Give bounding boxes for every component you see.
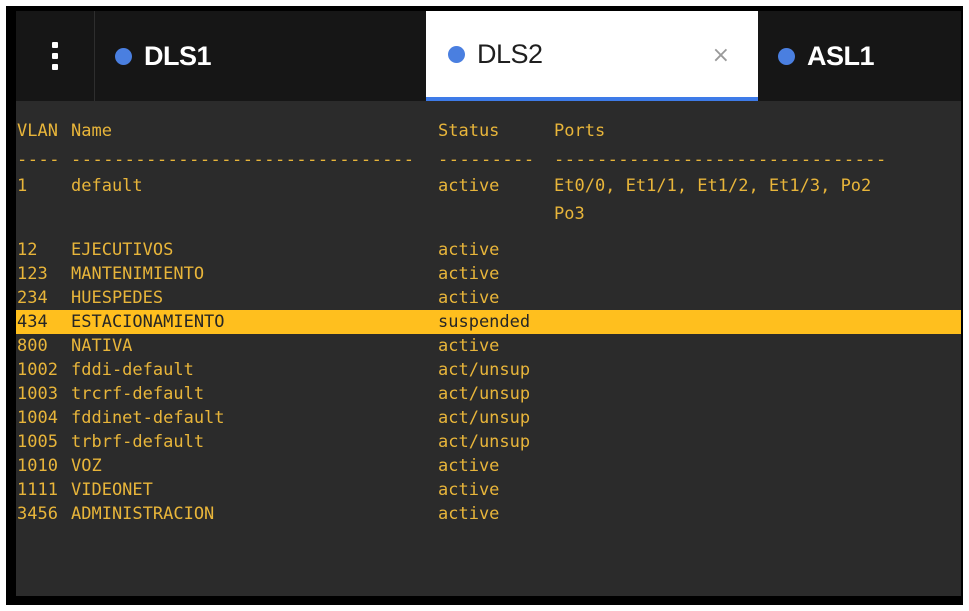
table-row-highlighted: 434 ESTACIONAMIENTO suspended — [16, 310, 961, 334]
vlan-status: act/unsup — [438, 432, 531, 452]
separator-name: -------------------------------- — [71, 150, 415, 170]
vlan-name: MANTENIMIENTO — [71, 264, 205, 284]
vlan-status: act/unsup — [438, 360, 531, 380]
vlan-id: 434 — [17, 312, 48, 332]
terminal-window: DLS1 DLS2 × ASL1 VLAN Name Status Ports … — [16, 11, 961, 596]
vlan-ports-continued: Po3 — [554, 204, 585, 224]
table-row: 1005 trbrf-default act/unsup — [16, 430, 961, 454]
vlan-status: active — [438, 336, 500, 356]
vlan-status: suspended — [438, 312, 531, 332]
header-vlan: VLAN — [17, 121, 58, 141]
tab-label: DLS2 — [477, 38, 543, 69]
vlan-name: fddi-default — [71, 360, 194, 380]
separator-status: --------- — [438, 150, 535, 170]
table-row: 800 NATIVA active — [16, 334, 961, 358]
vlan-status: active — [438, 240, 500, 260]
table-row: 123 MANTENIMIENTO active — [16, 262, 961, 286]
vlan-id: 12 — [17, 240, 38, 260]
vlan-name: ESTACIONAMIENTO — [71, 312, 225, 332]
header-status: Status — [438, 121, 500, 141]
vlan-status: active — [438, 480, 500, 500]
table-row: 1004 fddinet-default act/unsup — [16, 406, 961, 430]
vlan-name: HUESPEDES — [71, 288, 164, 308]
header-separator: ---- -------------------------------- --… — [16, 148, 961, 172]
separator-ports: ------------------------------- — [554, 150, 887, 170]
vlan-name: VIDEONET — [71, 480, 153, 500]
table-row: 1010 VOZ active — [16, 454, 961, 478]
vlan-ports: Et0/0, Et1/1, Et1/2, Et1/3, Po2 — [554, 176, 872, 196]
status-dot-icon — [115, 47, 132, 65]
vlan-status: active — [438, 176, 500, 196]
tab-asl1[interactable]: ASL1 — [758, 11, 961, 101]
status-dot-icon — [448, 45, 465, 63]
vlan-id: 3456 — [17, 504, 58, 524]
vlan-id: 1 — [17, 176, 28, 196]
tab-dls1[interactable]: DLS1 — [94, 11, 426, 101]
table-header: VLAN Name Status Ports — [16, 119, 961, 143]
table-row: 1003 trcrf-default act/unsup — [16, 382, 961, 406]
vlan-status: active — [438, 504, 500, 524]
table-row: 1111 VIDEONET active — [16, 478, 961, 502]
more-options-button[interactable] — [16, 11, 94, 101]
vlan-id: 1003 — [17, 384, 58, 404]
vlan-id: 1004 — [17, 408, 58, 428]
close-tab-icon[interactable]: × — [712, 43, 730, 68]
header-name: Name — [71, 121, 112, 141]
vlan-name: trcrf-default — [71, 384, 205, 404]
table-row: 12 EJECUTIVOS active — [16, 238, 961, 262]
vlan-id: 1002 — [17, 360, 58, 380]
vlan-id: 234 — [17, 288, 48, 308]
vlan-name: VOZ — [71, 456, 102, 476]
vlan-id: 1010 — [17, 456, 58, 476]
vlan-id: 123 — [17, 264, 48, 284]
vlan-status: act/unsup — [438, 408, 531, 428]
vlan-id: 1005 — [17, 432, 58, 452]
vlan-name: EJECUTIVOS — [71, 240, 174, 260]
vlan-name: default — [71, 176, 143, 196]
tab-label: DLS1 — [144, 40, 212, 71]
vlan-name: ADMINISTRACION — [71, 504, 215, 524]
vlan-status: act/unsup — [438, 384, 531, 404]
table-row: 1002 fddi-default act/unsup — [16, 358, 961, 382]
tab-bar: DLS1 DLS2 × ASL1 — [16, 11, 961, 101]
tab-label: ASL1 — [807, 40, 875, 71]
vlan-id: 800 — [17, 336, 48, 356]
header-ports: Ports — [554, 121, 606, 141]
tab-dls2[interactable]: DLS2 × — [426, 11, 758, 101]
vlan-id: 1111 — [17, 480, 58, 500]
vlan-status: active — [438, 456, 500, 476]
vlan-name: NATIVA — [71, 336, 133, 356]
separator-vlan: ---- — [17, 150, 60, 170]
table-row-continuation: Po3 — [16, 202, 961, 226]
vertical-dots-icon — [52, 42, 58, 70]
terminal-output[interactable]: VLAN Name Status Ports ---- ------------… — [16, 101, 961, 596]
table-row: 3456 ADMINISTRACION active — [16, 502, 961, 526]
vlan-name: trbrf-default — [71, 432, 205, 452]
vlan-name: fddinet-default — [71, 408, 225, 428]
vlan-status: active — [438, 264, 500, 284]
vlan-status: active — [438, 288, 500, 308]
table-row: 234 HUESPEDES active — [16, 286, 961, 310]
table-row: 1 default active Et0/0, Et1/1, Et1/2, Et… — [16, 174, 961, 198]
status-dot-icon — [778, 47, 795, 65]
